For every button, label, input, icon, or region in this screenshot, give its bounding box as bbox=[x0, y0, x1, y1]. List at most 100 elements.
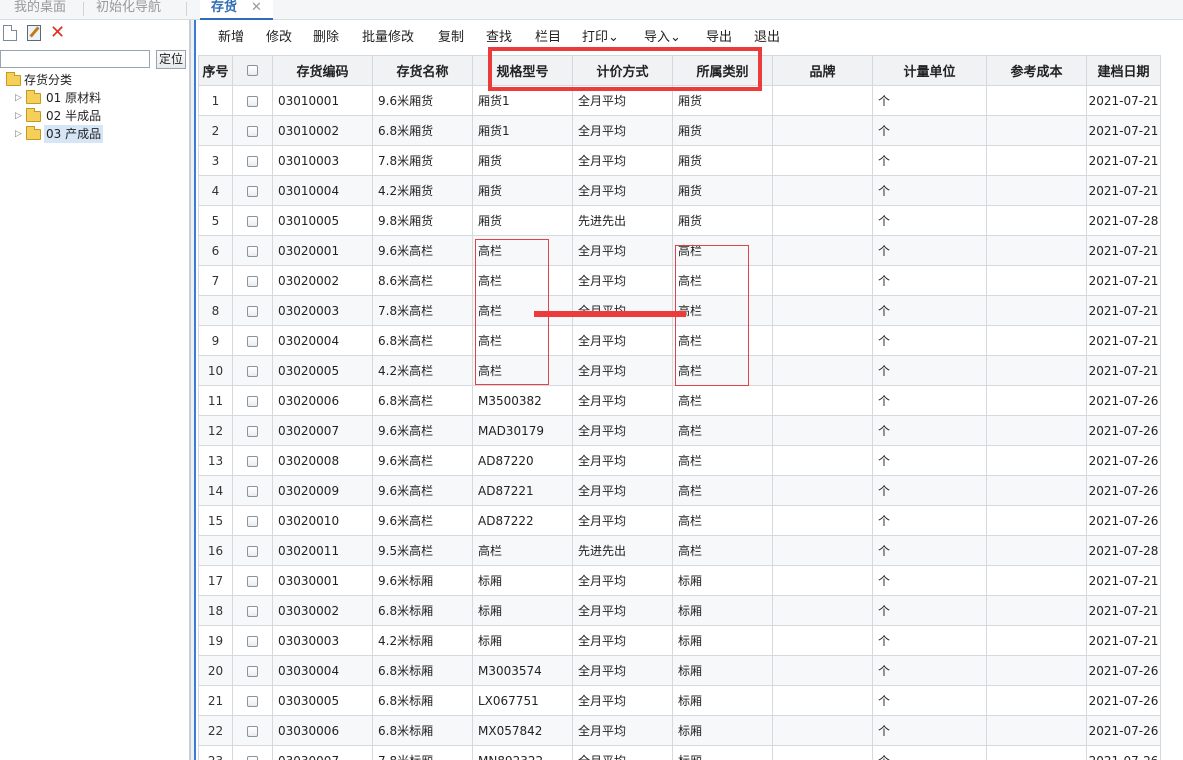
tree-item-finished-goods[interactable]: ▷ 03 产成品 bbox=[0, 125, 190, 143]
table-row[interactable]: 3 03010003 7.8米厢货 厢货 全月平均 厢货个 2021-07-21 bbox=[198, 145, 1161, 176]
tree-item-raw-materials[interactable]: ▷ 01 原材料 bbox=[0, 89, 190, 107]
delete-button[interactable]: 删除 bbox=[313, 30, 339, 46]
new-document-icon[interactable] bbox=[3, 25, 17, 41]
table-row[interactable]: 10 03020005 4.2米高栏 高栏 全月平均 高栏个 2021-07-21 bbox=[198, 355, 1161, 386]
column-header-select-all[interactable] bbox=[232, 55, 273, 86]
row-checkbox[interactable] bbox=[247, 155, 258, 167]
cell-category: 高栏 bbox=[672, 445, 773, 476]
row-checkbox[interactable] bbox=[247, 425, 258, 437]
table-row[interactable]: 8 03020003 7.8米高栏 高栏 全月平均 高栏个 2021-07-21 bbox=[198, 295, 1161, 326]
table-row[interactable]: 13 03020008 9.6米高栏 AD87220 全月平均 高栏 个 2021-07-26 bbox=[198, 445, 1161, 476]
column-header-spec[interactable]: 规格型号 bbox=[472, 55, 573, 86]
cell-select bbox=[232, 595, 273, 626]
row-checkbox[interactable] bbox=[247, 275, 258, 287]
row-checkbox[interactable] bbox=[247, 185, 258, 197]
column-header-created-date[interactable]: 建档日期 bbox=[1086, 55, 1161, 86]
table-row[interactable]: 20 03030004 6.8米标厢 M3003574 全月平均 标厢 个 2021-07-2… bbox=[198, 655, 1161, 686]
row-checkbox[interactable] bbox=[247, 395, 258, 407]
table-row[interactable]: 6 03020001 9.6米高栏 高栏 全月平均 高栏个 2021-07-21 bbox=[198, 235, 1161, 266]
tab-my-desktop[interactable]: 我的桌面 bbox=[14, 0, 66, 20]
tab-inventory[interactable]: 存货 ✕ bbox=[200, 0, 273, 20]
row-checkbox[interactable] bbox=[247, 755, 258, 760]
row-checkbox[interactable] bbox=[247, 605, 258, 617]
column-header-ref-cost[interactable]: 参考成本 bbox=[986, 55, 1087, 86]
delete-icon[interactable]: ✕ bbox=[50, 24, 66, 42]
edit-icon[interactable] bbox=[27, 25, 41, 41]
row-checkbox[interactable] bbox=[247, 335, 258, 347]
row-checkbox[interactable] bbox=[247, 245, 258, 257]
row-checkbox[interactable] bbox=[247, 365, 258, 377]
table-row[interactable]: 16 03020011 9.5米高栏 高栏 先进先出 高栏个 2021-07-28 bbox=[198, 535, 1161, 566]
table-row[interactable]: 18 03030002 6.8米标厢 标厢 全月平均 标厢个 2021-07-21 bbox=[198, 595, 1161, 626]
tree-root[interactable]: 存货分类 bbox=[0, 71, 190, 89]
tree-item-semi-finished[interactable]: ▷ 02 半成品 bbox=[0, 107, 190, 125]
table-row[interactable]: 22 03030006 6.8米标厢 MX057842 全月平均 标厢 个 2021-07-2… bbox=[198, 715, 1161, 746]
cell-unit: 个 bbox=[872, 85, 987, 116]
column-header-valuation[interactable]: 计价方式 bbox=[572, 55, 673, 86]
exit-button[interactable]: 退出 bbox=[754, 30, 780, 46]
table-row[interactable]: 14 03020009 9.6米高栏 AD87221 全月平均 高栏 个 2021-07-26 bbox=[198, 475, 1161, 506]
row-checkbox[interactable] bbox=[247, 725, 258, 737]
print-button[interactable]: 打印⌄ bbox=[582, 30, 619, 46]
cell-category: 高栏 bbox=[672, 295, 773, 326]
table-row[interactable]: 12 03020007 9.6米高栏 MAD30179 全月平均 高栏 个 2021-07-2… bbox=[198, 415, 1161, 446]
row-checkbox[interactable] bbox=[247, 515, 258, 527]
cell-unit: 个 bbox=[872, 295, 987, 326]
pane-splitter[interactable] bbox=[190, 20, 196, 760]
expand-arrow-icon[interactable]: ▷ bbox=[15, 107, 23, 125]
import-button[interactable]: 导入⌄ bbox=[644, 30, 681, 46]
print-label: 打印 bbox=[582, 30, 609, 45]
row-checkbox[interactable] bbox=[247, 485, 258, 497]
close-icon[interactable]: ✕ bbox=[251, 0, 262, 16]
row-checkbox[interactable] bbox=[247, 695, 258, 707]
table-row[interactable]: 23 030300077.8米标厢MN892322全月平均标厢 个 2021-07-2… bbox=[198, 745, 1161, 760]
column-header-brand[interactable]: 品牌 bbox=[772, 55, 873, 86]
row-checkbox[interactable] bbox=[247, 635, 258, 647]
row-checkbox[interactable] bbox=[247, 95, 258, 107]
cell-created-date: 2021-07-21 bbox=[1086, 565, 1161, 596]
table-row[interactable]: 2 03010002 6.8米厢货 厢货1 全月平均 厢货 个 2021-07-21 bbox=[198, 115, 1161, 146]
column-header-unit[interactable]: 计量单位 bbox=[872, 55, 987, 86]
row-checkbox[interactable] bbox=[247, 455, 258, 467]
columns-button[interactable]: 栏目 bbox=[535, 30, 561, 46]
table-row[interactable]: 9 03020004 6.8米高栏 高栏 全月平均 高栏个 2021-07-21 bbox=[198, 325, 1161, 356]
column-header-name[interactable]: 存货名称 bbox=[372, 55, 473, 86]
cell-spec: MX057842 bbox=[472, 715, 573, 746]
row-checkbox[interactable] bbox=[247, 665, 258, 677]
copy-button[interactable]: 复制 bbox=[438, 30, 464, 46]
table-row[interactable]: 17 03030001 9.6米标厢 标厢 全月平均 标厢个 2021-07-21 bbox=[198, 565, 1161, 596]
table-row[interactable]: 15 03020010 9.6米高栏 AD87222 全月平均 高栏 个 2021-07-26 bbox=[198, 505, 1161, 536]
table-row[interactable]: 1 03010001 9.6米厢货 厢货1 全月平均 厢货 个 2021-07-21 bbox=[198, 85, 1161, 116]
row-checkbox[interactable] bbox=[247, 575, 258, 587]
cell-brand bbox=[772, 265, 873, 296]
table-row[interactable]: 5 03010005 9.8米厢货 厢货 先进先出 厢货个 2021-07-28 bbox=[198, 205, 1161, 236]
select-all-checkbox[interactable] bbox=[247, 65, 258, 76]
expand-arrow-icon[interactable]: ▷ bbox=[15, 89, 23, 107]
tab-init-navigation[interactable]: 初始化导航 bbox=[96, 0, 161, 20]
table-row[interactable]: 7 03020002 8.6米高栏 高栏 全月平均 高栏个 2021-07-21 bbox=[198, 265, 1161, 296]
cell-name: 7.8米高栏 bbox=[372, 295, 473, 326]
category-search-row: 定位 bbox=[0, 50, 190, 70]
column-header-index[interactable]: 序号 bbox=[198, 55, 233, 86]
row-checkbox[interactable] bbox=[247, 215, 258, 227]
row-checkbox[interactable] bbox=[247, 545, 258, 557]
cell-index: 11 bbox=[198, 385, 233, 416]
new-button[interactable]: 新增 bbox=[218, 30, 244, 46]
row-checkbox[interactable] bbox=[247, 305, 258, 317]
table-row[interactable]: 19 03030003 4.2米标厢 标厢 全月平均 标厢个 2021-07-21 bbox=[198, 625, 1161, 656]
table-row[interactable]: 4 03010004 4.2米厢货 厢货 全月平均 厢货个 2021-07-21 bbox=[198, 175, 1161, 206]
row-checkbox[interactable] bbox=[247, 125, 258, 137]
cell-created-date: 2021-07-26 bbox=[1086, 415, 1161, 446]
category-search-input[interactable] bbox=[0, 50, 150, 68]
table-row[interactable]: 21 03030005 6.8米标厢 LX067751 全月平均 标厢 个 2021-07-2… bbox=[198, 685, 1161, 716]
edit-button[interactable]: 修改 bbox=[266, 30, 292, 46]
column-header-code[interactable]: 存货编码 bbox=[272, 55, 373, 86]
find-button[interactable]: 查找 bbox=[486, 30, 512, 46]
locate-button[interactable]: 定位 bbox=[156, 50, 186, 69]
batch-edit-button[interactable]: 批量修改 bbox=[362, 30, 414, 46]
expand-arrow-icon[interactable]: ▷ bbox=[15, 125, 23, 143]
column-header-category[interactable]: 所属类别 bbox=[672, 55, 773, 86]
table-row[interactable]: 11 03020006 6.8米高栏 M3500382 全月平均 高栏 个 2021-07-2… bbox=[198, 385, 1161, 416]
export-button[interactable]: 导出 bbox=[706, 30, 732, 46]
cell-select bbox=[232, 175, 273, 206]
